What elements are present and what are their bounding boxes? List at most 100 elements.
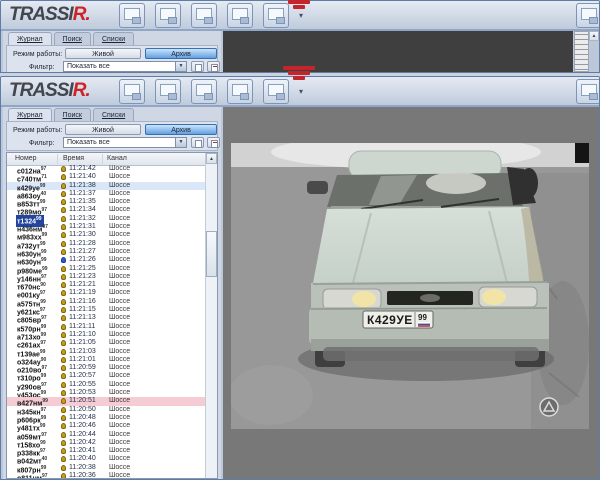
channel-cell: Шоссе xyxy=(109,231,130,240)
tab-journal[interactable]: Журнал xyxy=(8,32,52,45)
event-icon xyxy=(61,257,66,263)
plates-table: Номер Время Канал с012на9711:21:42Шоссес… xyxy=(6,152,218,479)
table-row[interactable]: е001ку9711:21:19Шоссе xyxy=(7,289,205,297)
table-row[interactable]: р980ме9911:21:25Шоссе xyxy=(7,265,205,273)
scroll-up-button[interactable]: ▲ xyxy=(206,153,217,164)
table-row[interactable]: с261ах9711:21:05Шоссе xyxy=(7,339,205,347)
table-row[interactable]: к429уе9911:21:38Шоссе xyxy=(7,182,205,190)
time-cell: 11:21:42 xyxy=(69,165,96,174)
table-row[interactable]: т310ро9911:20:57Шоссе xyxy=(7,372,205,380)
document-icon[interactable] xyxy=(191,3,217,28)
layout-edit-icon[interactable] xyxy=(263,79,289,104)
displays-icon[interactable] xyxy=(119,3,145,28)
table-row[interactable]: с740тм7111:21:40Шоссе xyxy=(7,173,205,181)
table-row[interactable]: о324ау9011:21:01Шоссе xyxy=(7,356,205,364)
bell-icon xyxy=(61,207,66,213)
filter-label: Фильтр: xyxy=(29,64,54,71)
table-row[interactable]: т139ае9911:21:03Шоссе xyxy=(7,348,205,356)
table-row[interactable]: а713хо9911:21:10Шоссе xyxy=(7,331,205,339)
snapshot-icon[interactable] xyxy=(227,79,253,104)
displays-icon[interactable] xyxy=(119,79,145,104)
table-row[interactable]: т158хо9911:20:42Шоссе xyxy=(7,439,205,447)
edit-filter-button[interactable] xyxy=(191,61,204,72)
column-header-time[interactable]: Время xyxy=(63,155,84,162)
table-row[interactable]: р606рк9911:20:48Шоссе xyxy=(7,414,205,422)
channel-cell: Шоссе xyxy=(109,356,130,365)
toolbar: ▾ xyxy=(119,79,303,103)
table-row[interactable]: к807рн9911:20:38Шоссе xyxy=(7,464,205,472)
table-row[interactable]: а575тн9911:21:16Шоссе xyxy=(7,298,205,306)
table-row[interactable]: т289мо9711:21:34Шоссе xyxy=(7,206,205,214)
toolbar-caret-icon[interactable]: ▾ xyxy=(299,11,303,20)
tab-journal[interactable]: Журнал xyxy=(8,108,52,121)
tab-search[interactable]: Поиск xyxy=(54,32,91,45)
time-cell: 11:21:25 xyxy=(69,265,96,274)
column-header-number[interactable]: Номер xyxy=(15,155,37,162)
toolbar-caret-icon[interactable]: ▾ xyxy=(299,87,303,96)
video-panel[interactable] xyxy=(223,31,573,72)
filter-select[interactable]: Показать все ▼ xyxy=(63,137,187,148)
dropdown-arrow-icon[interactable]: ▼ xyxy=(175,138,186,147)
time-cell: 11:21:34 xyxy=(69,206,96,215)
snapshot-icon[interactable] xyxy=(227,3,253,28)
channel-cell: Шоссе xyxy=(109,273,130,282)
table-row[interactable]: м983хх9911:21:30Шоссе xyxy=(7,231,205,239)
table-row[interactable]: н436нм9711:21:31Шоссе xyxy=(7,223,205,231)
tab-lists[interactable]: Списки xyxy=(93,108,134,121)
table-row[interactable]: т670нс9011:21:21Шоссе xyxy=(7,281,205,289)
table-row[interactable]: в853тт9911:21:35Шоссе xyxy=(7,198,205,206)
time-cell: 11:21:31 xyxy=(69,223,96,232)
channel-cell: Шоссе xyxy=(109,298,130,307)
logo-accent: R xyxy=(73,80,86,101)
archive-mode-button[interactable]: Архив xyxy=(145,48,217,59)
table-row[interactable]: н630ун9911:21:27Шоссе xyxy=(7,248,205,256)
bell-icon xyxy=(61,174,66,180)
tab-search[interactable]: Поиск xyxy=(54,108,91,121)
table-row[interactable]: в427нм9911:20:51Шоссе xyxy=(7,397,205,405)
live-mode-button[interactable]: Живой xyxy=(65,124,141,135)
video-panel[interactable]: К429УЕ 99 xyxy=(223,107,599,479)
live-mode-button[interactable]: Живой xyxy=(65,48,141,59)
table-row[interactable]: н345кн9711:20:50Шоссе xyxy=(7,406,205,414)
edit-monitor-icon[interactable] xyxy=(155,3,181,28)
lpr-control-panel: ЖурналПоискСписки Режим работы: Живой Ар… xyxy=(3,107,221,479)
table-row[interactable]: у481тх9911:20:46Шоссе xyxy=(7,422,205,430)
table-row[interactable]: о210во9711:20:59Шоссе xyxy=(7,364,205,372)
dropdown-arrow-icon[interactable]: ▼ xyxy=(175,62,186,71)
table-row[interactable]: н630ун9911:21:26Шоссе xyxy=(7,256,205,264)
table-row[interactable]: а863оу4011:21:37Шоссе xyxy=(7,190,205,198)
bell-icon xyxy=(61,473,66,478)
scroll-thumb[interactable] xyxy=(206,231,217,277)
edit-filter-button[interactable] xyxy=(191,137,204,148)
table-row[interactable]: у290ов9711:20:55Шоссе xyxy=(7,381,205,389)
archive-mode-button[interactable]: Архив xyxy=(145,124,217,135)
document-icon[interactable] xyxy=(191,79,217,104)
bell-icon xyxy=(61,183,66,189)
edit-monitor-icon[interactable] xyxy=(155,79,181,104)
table-row[interactable]: т13249911:21:32Шоссе xyxy=(7,215,205,223)
table-row[interactable]: с012на9711:21:42Шоссе xyxy=(7,165,205,173)
table-row[interactable]: о811нм9711:20:36Шоссе xyxy=(7,472,205,478)
table-row[interactable]: с805вр9711:21:13Шоссе xyxy=(7,314,205,322)
table-row[interactable]: у453ос9911:20:53Шоссе xyxy=(7,389,205,397)
time-cell: 11:20:41 xyxy=(69,447,96,456)
panel-icon[interactable] xyxy=(576,79,600,104)
table-row[interactable]: а732ут9911:21:28Шоссе xyxy=(7,240,205,248)
table-row[interactable]: у621кс9711:21:15Шоссе xyxy=(7,306,205,314)
filmstrip[interactable] xyxy=(574,31,589,72)
filter-select[interactable]: Показать все ▼ xyxy=(63,61,187,72)
bell-icon xyxy=(61,274,66,280)
table-row[interactable]: к570рн9911:21:11Шоссе xyxy=(7,323,205,331)
clear-filter-button[interactable] xyxy=(207,61,220,72)
bell-icon xyxy=(61,456,66,462)
clear-filter-button[interactable] xyxy=(207,137,220,148)
table-row[interactable]: в042мт4011:20:40Шоссе xyxy=(7,455,205,463)
tab-lists[interactable]: Списки xyxy=(93,32,134,45)
table-scrollbar[interactable]: ▲ xyxy=(205,153,217,478)
table-row[interactable]: у146нн9711:21:23Шоссе xyxy=(7,273,205,281)
table-row[interactable]: р338кк9711:20:41Шоссе xyxy=(7,447,205,455)
scroll-up-button[interactable]: ▲ xyxy=(589,31,599,41)
column-header-channel[interactable]: Канал xyxy=(107,155,127,162)
table-row[interactable]: а059мт9711:20:44Шоссе xyxy=(7,431,205,439)
panel-icon[interactable] xyxy=(576,3,600,28)
